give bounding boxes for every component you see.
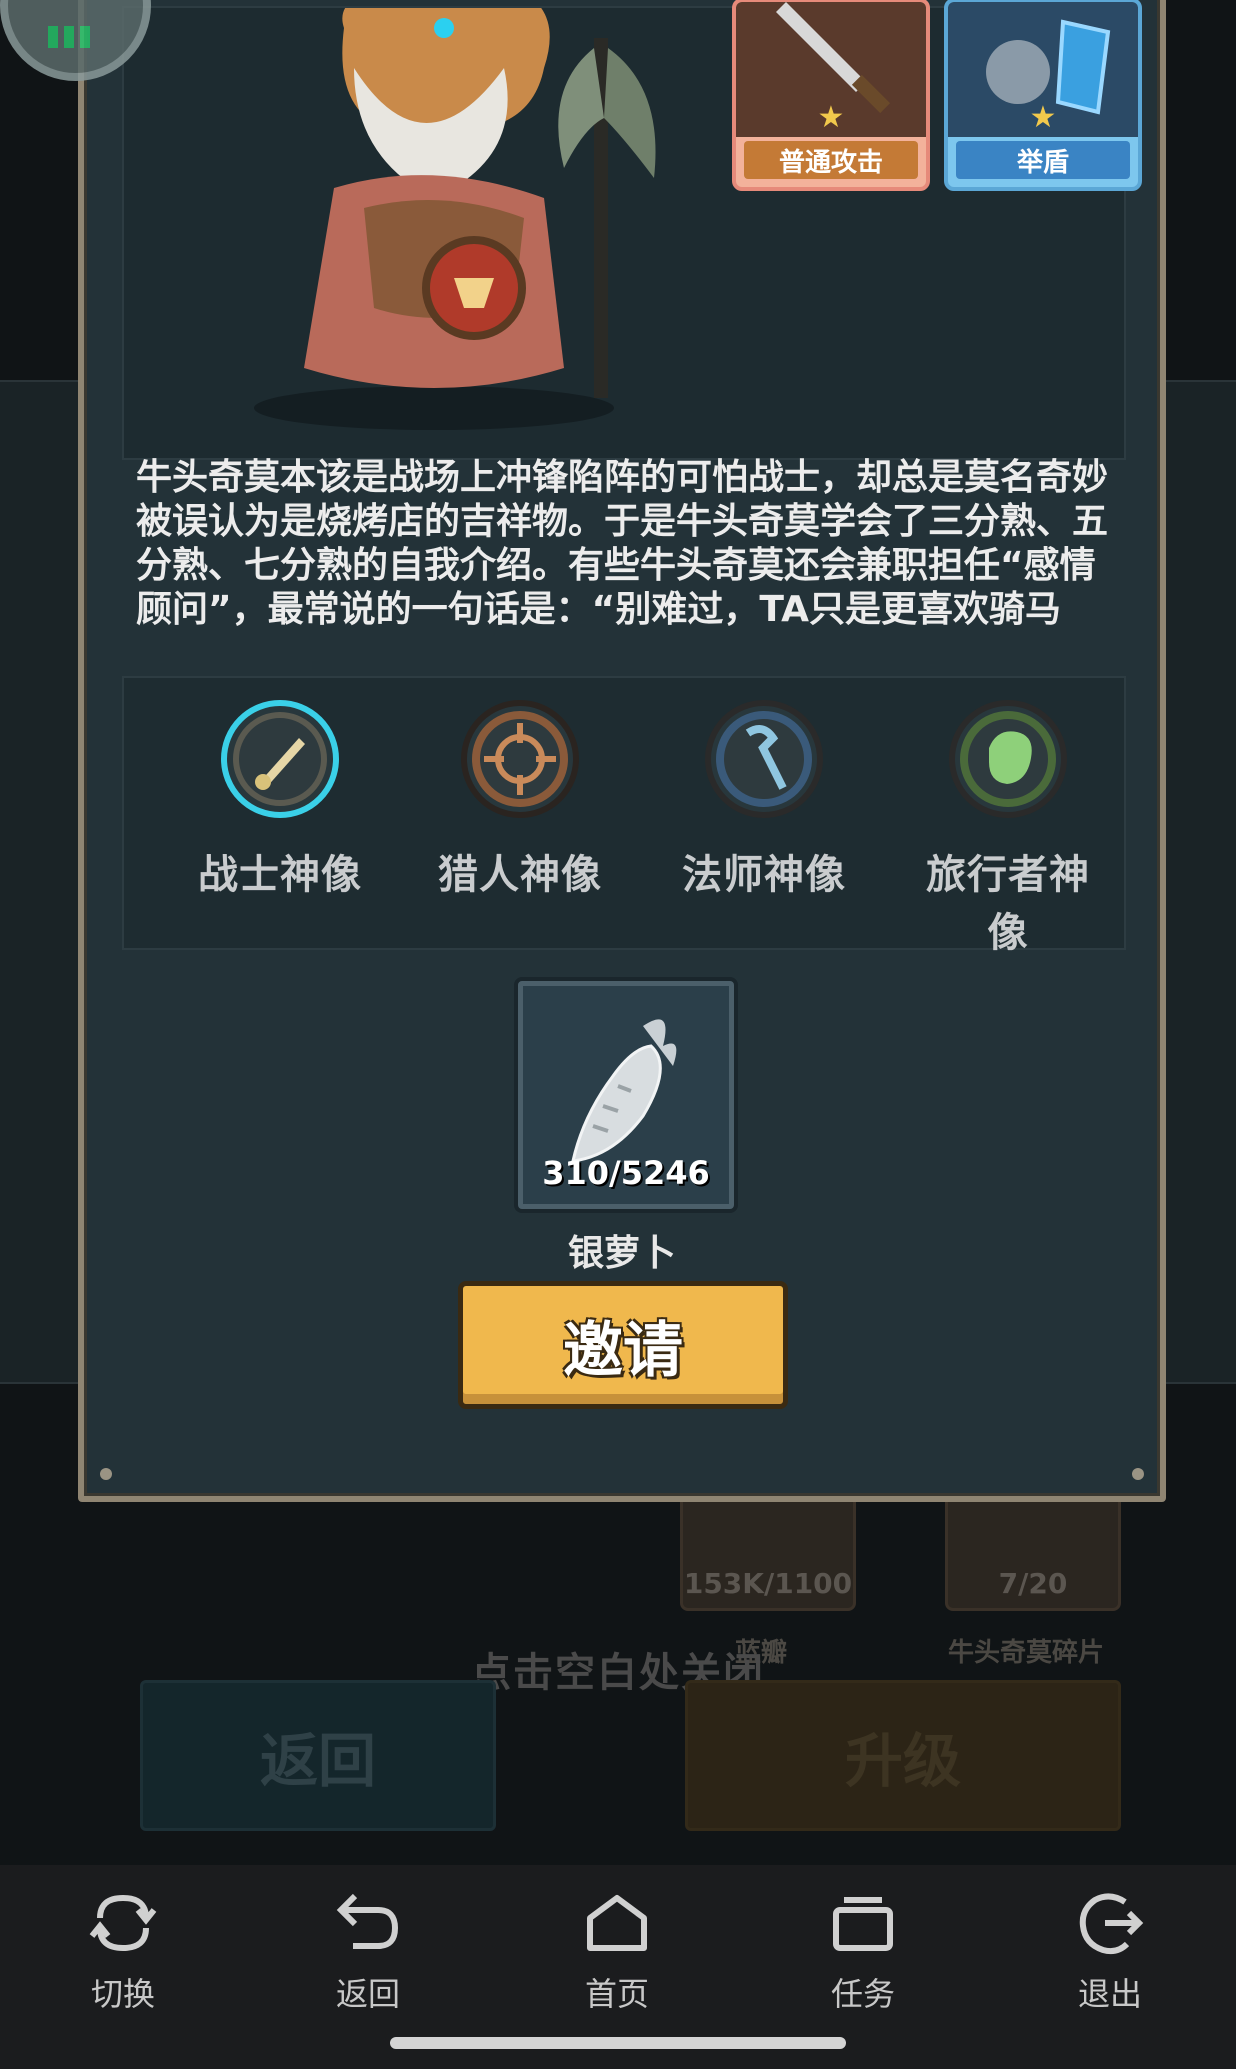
- nav-switch[interactable]: 切换: [53, 1883, 193, 2015]
- sword-icon: [219, 698, 341, 820]
- invite-button[interactable]: 邀请: [458, 1281, 788, 1409]
- statue-name: 法师神像: [682, 852, 846, 898]
- statue-warrior[interactable]: 战士神像: [180, 698, 380, 900]
- skill-label: 普通攻击: [744, 141, 918, 179]
- resource-name: 银萝卜: [567, 1233, 676, 1274]
- nav-tasks[interactable]: 任务: [793, 1883, 933, 2015]
- rivet: [100, 1468, 112, 1480]
- minotaur-character-illustration: [254, 8, 656, 430]
- fist-icon: [947, 698, 1069, 820]
- exit-icon: [1040, 1883, 1180, 1963]
- statue-name: 猎人神像: [438, 852, 602, 898]
- statue-name: 战士神像: [198, 852, 362, 898]
- resource-slot[interactable]: 310/5246: [518, 981, 734, 1209]
- nav-exit[interactable]: 退出: [1040, 1883, 1180, 2015]
- staff-icon: [703, 698, 825, 820]
- home-indicator[interactable]: [390, 2037, 846, 2049]
- rivet: [1132, 1468, 1144, 1480]
- back-arrow-icon: [298, 1883, 438, 1963]
- resource-count: 310/5246: [542, 1154, 710, 1192]
- nav-home[interactable]: 首页: [547, 1883, 687, 2015]
- background-item-count: 153K/1100: [683, 1567, 853, 1600]
- hero-description: 牛头奇莫本该是战场上冲锋陷阵的可怕战士，却总是莫名奇妙被误认为是烧烤店的吉祥物。…: [136, 457, 1109, 630]
- statue-hunter[interactable]: 猎人神像: [420, 698, 620, 900]
- background-upgrade-button: 升级: [685, 1680, 1121, 1831]
- nav-label: 切换: [90, 1975, 155, 2013]
- bars-icon: [48, 26, 90, 48]
- hero-detail-modal: ★ 普通攻击 ★ 举盾 牛头奇莫本该是战场上冲锋陷阵的可怕战士，却总是莫名奇妙被…: [78, 0, 1166, 1502]
- statue-mage[interactable]: 法师神像: [664, 698, 864, 900]
- star-icon: ★: [1029, 100, 1057, 135]
- background-back-button: 返回: [140, 1680, 496, 1831]
- home-icon: [547, 1883, 687, 1963]
- portrait-area: ★ 普通攻击 ★ 举盾: [122, 0, 1142, 460]
- tasks-icon: [793, 1883, 933, 1963]
- statue-selector: 战士神像 猎人神像 法师神像 旅行者神像: [122, 676, 1126, 956]
- crosshair-icon: [459, 698, 581, 820]
- background-item-count: 7/20: [998, 1567, 1068, 1600]
- statue-name: 旅行者神像: [926, 852, 1090, 956]
- nav-back[interactable]: 返回: [298, 1883, 438, 2015]
- skill-card-raise-shield[interactable]: ★ 举盾: [944, 0, 1142, 191]
- nav-label: 返回: [335, 1975, 400, 2013]
- nav-label: 首页: [584, 1975, 649, 2013]
- nav-label: 退出: [1077, 1975, 1142, 2013]
- skill-label: 举盾: [956, 141, 1130, 179]
- nav-label: 任务: [830, 1975, 895, 2013]
- statue-traveler[interactable]: 旅行者神像: [908, 698, 1108, 958]
- skill-card-normal-attack[interactable]: ★ 普通攻击: [732, 0, 930, 191]
- star-icon: ★: [817, 100, 845, 135]
- switch-icon: [53, 1883, 193, 1963]
